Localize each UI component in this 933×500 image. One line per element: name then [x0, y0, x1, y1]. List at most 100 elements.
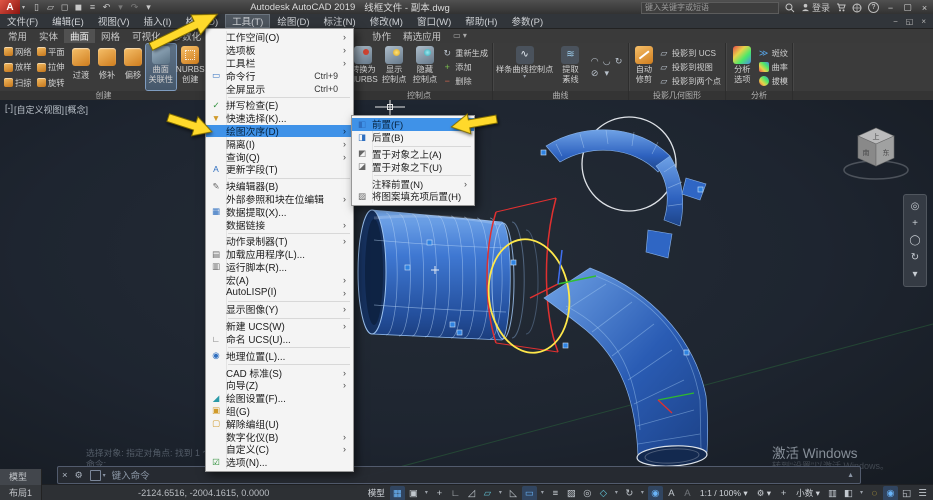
annotation-scale-chip[interactable]: 1:1 / 100% ▾	[696, 486, 752, 500]
polar-tracking-icon[interactable]: ◿	[464, 486, 479, 500]
menu-item[interactable]: ▥ 运行脚本(R)...	[206, 261, 353, 274]
menubar-item[interactable]: 视图(V)	[91, 14, 137, 28]
orbit-icon[interactable]: ↻	[911, 252, 919, 263]
hide-cv-button[interactable]: 隐藏 控制点	[410, 44, 441, 90]
menu-item[interactable]: ∟ 命名 UCS(U)...	[206, 333, 353, 346]
redo-icon[interactable]: ↷	[129, 2, 140, 13]
viewport-menu-control[interactable]: [-]	[5, 103, 13, 116]
doc-minimize-button[interactable]: −	[893, 17, 898, 26]
menu-item[interactable]: ▤ 加载应用程序(L)...	[206, 248, 353, 262]
quick-properties-icon[interactable]: ▥	[825, 486, 840, 500]
menu-item[interactable]: ◩ 置于对象之上(A)	[352, 148, 474, 161]
ribbon-tab[interactable]: 精选应用	[397, 28, 447, 43]
new-file-icon[interactable]: ▯	[31, 2, 42, 13]
layout1-tab[interactable]: 布局1	[0, 485, 43, 500]
menu-item[interactable]: ◢ 绘图设置(F)...	[206, 392, 353, 406]
grid-icon[interactable]: ▦	[389, 485, 405, 500]
planar-surface-button[interactable]: 平面	[35, 44, 68, 60]
3d-osnap-dropdown-icon[interactable]: ▾	[612, 486, 621, 500]
menu-item[interactable]: 工作空间(O) ›	[206, 31, 353, 44]
menu-item[interactable]: ✓ 拼写检查(E)	[206, 99, 353, 113]
analysis-options-button[interactable]: 分析 选项	[728, 44, 757, 90]
lock-ui-icon[interactable]: ◧	[841, 486, 856, 500]
ribbon-tab[interactable]: 曲面	[64, 28, 96, 43]
dynamic-ucs-icon[interactable]: ↻	[622, 486, 637, 500]
auto-trim-button[interactable]: 自动 修剪	[631, 44, 657, 90]
menu-item[interactable]: 绘图次序(D) ›	[206, 124, 353, 138]
lock-ui-dropdown-icon[interactable]: ▾	[857, 486, 866, 500]
menu-item[interactable]: ▼ 快速选择(K)...	[206, 112, 353, 125]
no-trim-icon[interactable]: ⊘	[590, 68, 600, 78]
command-line[interactable]: × ⚙ ▾ 键入命令 ▲	[57, 466, 861, 484]
menu-item[interactable]: ◉ 地理位置(L)...	[206, 349, 353, 363]
add-cv-button[interactable]: + 添加	[442, 61, 488, 74]
menu-item[interactable]: 显示图像(Y) ›	[206, 303, 353, 316]
selection-filter-dropdown-icon[interactable]: ▾	[638, 486, 647, 500]
ribbon-display-options[interactable]: ▭ ▾	[447, 28, 473, 43]
recent-commands-icon[interactable]: ▲	[847, 472, 860, 479]
menu-item[interactable]: 全屏显示 Ctrl+0	[206, 82, 353, 96]
undo-dropdown-icon[interactable]: ▾	[115, 2, 126, 13]
extract-isoline-button[interactable]: ≋ 提取 素线	[554, 44, 586, 90]
maximize-button[interactable]: ▢	[902, 2, 913, 13]
3d-object-snap-icon[interactable]: ◇	[596, 486, 611, 500]
project-to-ucs-button[interactable]: ▱ 投影到 UCS	[659, 47, 721, 60]
menu-item[interactable]: 查询(Q) ›	[206, 150, 353, 164]
menu-item[interactable]: 自定义(C) ›	[206, 443, 353, 456]
menu-item[interactable]: ▨ 将图案填充项后置(H)	[352, 190, 474, 204]
project-to-view-button[interactable]: ▱ 投影到视图	[659, 61, 721, 74]
gizmo-icon[interactable]: ◉	[647, 485, 663, 500]
lineweight-icon[interactable]: ≡	[548, 486, 563, 500]
menu-item[interactable]: ▣ 组(G)	[206, 405, 353, 418]
menubar-item[interactable]: 工具(T)	[225, 14, 271, 28]
menu-item[interactable]: 向导(Z) ›	[206, 379, 353, 392]
search-icon[interactable]	[785, 3, 795, 13]
menu-item[interactable]: A 更新字段(T)	[206, 163, 353, 176]
menu-item[interactable]: 隔离(I) ›	[206, 137, 353, 151]
menu-item[interactable]: 宏(A) ›	[206, 273, 353, 287]
pan-icon[interactable]: +	[912, 218, 918, 229]
isodraft-icon[interactable]: ▱	[480, 486, 495, 500]
object-snap-dropdown-icon[interactable]: ▾	[538, 486, 547, 500]
annotation-monitor-icon[interactable]: +	[776, 486, 791, 500]
project-to-2points-button[interactable]: ▱ 投影到两个点	[659, 75, 721, 88]
graphics-performance-icon[interactable]: ◉	[883, 485, 898, 500]
zebra-analysis-button[interactable]: ≫ 斑纹	[759, 47, 788, 60]
sweep-button[interactable]: 扫掠	[2, 75, 35, 91]
menubar-item[interactable]: 参数(P)	[504, 14, 550, 28]
menu-item[interactable]: 新建 UCS(W) ›	[206, 320, 353, 333]
close-button[interactable]: ×	[919, 3, 930, 13]
help-icon[interactable]: ?	[868, 2, 879, 13]
ortho-icon[interactable]: ∟	[448, 486, 463, 500]
panel-label[interactable]: 曲线	[493, 91, 628, 100]
units-chip[interactable]: 小数 ▾	[792, 486, 824, 500]
menubar-item[interactable]: 文件(F)	[0, 14, 45, 28]
annotation-autoscale-icon[interactable]: A	[680, 486, 695, 500]
signin-button[interactable]: 登录	[801, 1, 830, 14]
ribbon-tab[interactable]: 实体	[33, 28, 64, 43]
zoom-icon[interactable]: ◯	[909, 235, 920, 246]
surface-offset-button[interactable]: 偏移	[120, 44, 146, 90]
menu-item[interactable]: 数据链接 ›	[206, 218, 353, 232]
network-surface-button[interactable]: 网络	[2, 44, 35, 60]
menu-item[interactable]: 外部参照和块在位编辑 ›	[206, 193, 353, 206]
panel-label[interactable]: 控制点	[346, 91, 492, 100]
command-input[interactable]: 键入命令	[112, 468, 150, 482]
edit-spline-icon[interactable]: ↻	[614, 56, 624, 66]
curvature-analysis-button[interactable]: ▦ 曲率	[758, 61, 788, 74]
surface-patch-button[interactable]: 修补	[94, 44, 120, 90]
app-menu-dropdown-icon[interactable]: ▾	[20, 4, 27, 11]
menu-item[interactable]: ▦ 数据提取(X)...	[206, 205, 353, 219]
ribbon-tab[interactable]: 常用	[2, 28, 33, 43]
remove-cv-button[interactable]: − 删除	[442, 75, 488, 88]
app-store-cart-icon[interactable]	[836, 3, 846, 12]
show-cv-button[interactable]: 显示 控制点	[379, 44, 410, 90]
viewcube[interactable]: 上 南 东	[841, 114, 911, 186]
commandline-close-icon[interactable]: ×	[58, 470, 72, 481]
menubar-item[interactable]: 绘图(D)	[270, 14, 316, 28]
model-space-toggle[interactable]: 模型	[364, 486, 389, 500]
help-search-input[interactable]: 键入关键字或短语	[640, 1, 779, 14]
menubar-item[interactable]: 修改(M)	[363, 14, 410, 28]
revolve-button[interactable]: 旋转	[35, 75, 68, 91]
autodesk-360-icon[interactable]	[852, 3, 862, 13]
